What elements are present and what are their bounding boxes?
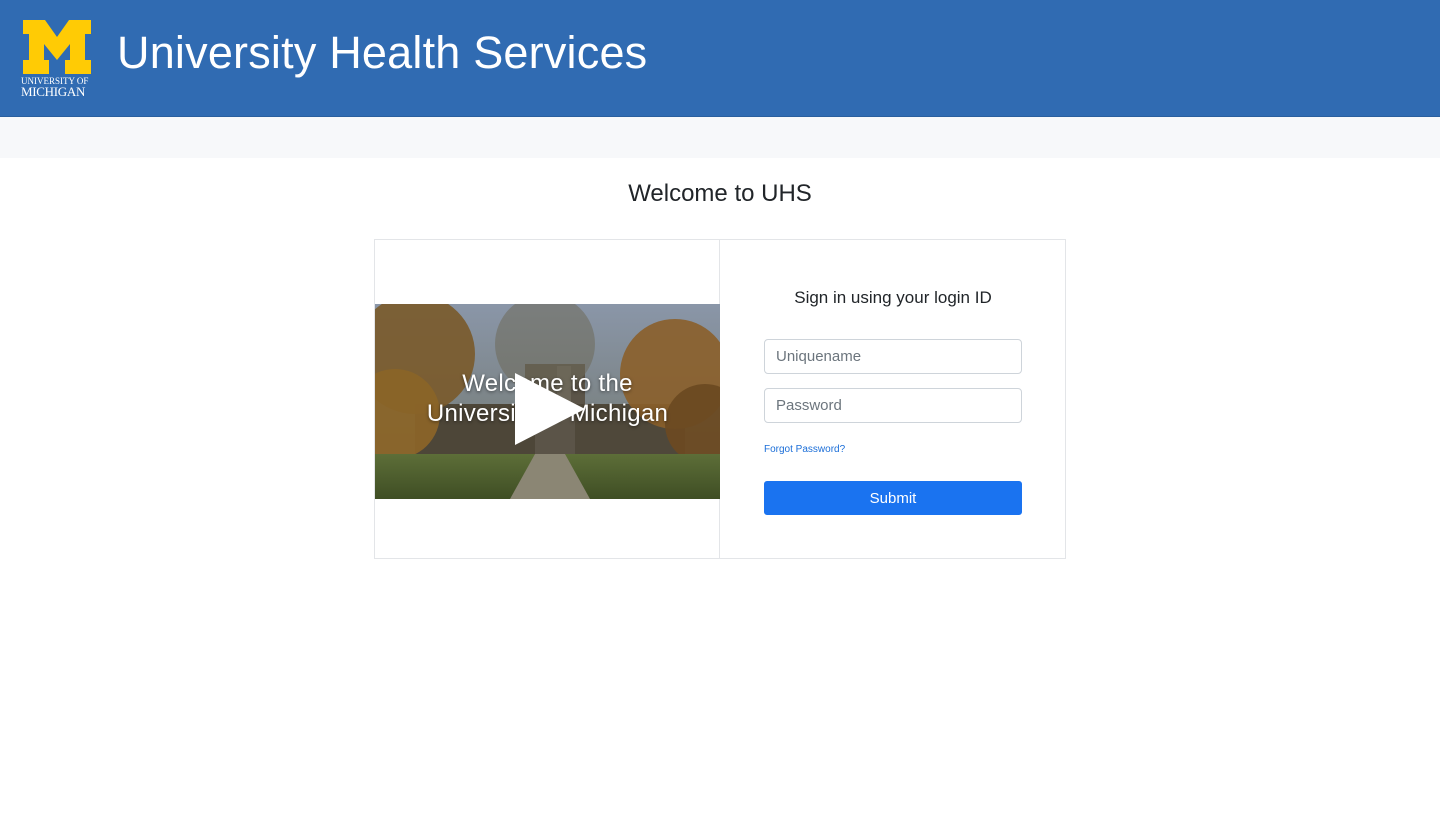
play-icon[interactable]: [515, 373, 587, 445]
logo-text-line2: MICHIGAN: [21, 84, 86, 99]
password-input[interactable]: [764, 388, 1022, 423]
block-m-logo-icon: [23, 20, 91, 74]
university-logo[interactable]: UNIVERSITY OF MICHIGAN: [21, 20, 93, 99]
submit-button[interactable]: Submit: [764, 481, 1022, 515]
welcome-video[interactable]: Welcome to the University of Michigan: [375, 304, 720, 499]
page-title: Welcome to UHS: [628, 180, 812, 207]
signin-title: Sign in using your login ID: [794, 288, 992, 307]
login-card: Welcome to the University of Michigan Si…: [374, 239, 1066, 559]
site-title: University Health Services: [117, 27, 648, 78]
forgot-password-link[interactable]: Forgot Password?: [764, 444, 845, 455]
signin-panel: Sign in using your login ID Forgot Passw…: [721, 240, 1065, 558]
secondary-nav-bar: [0, 117, 1440, 158]
uniquename-input[interactable]: [764, 339, 1022, 374]
site-header: UNIVERSITY OF MICHIGAN University Health…: [0, 0, 1440, 117]
video-panel: Welcome to the University of Michigan: [375, 240, 720, 558]
